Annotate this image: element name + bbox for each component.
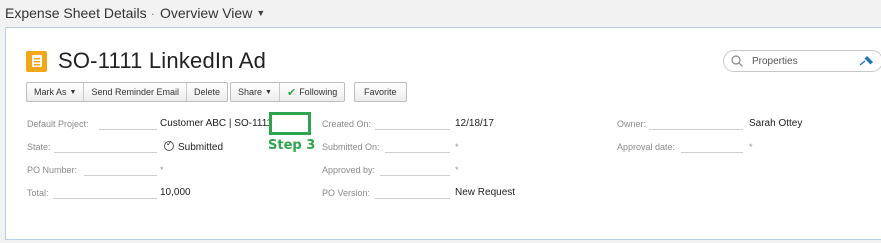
submitted-on-value: * xyxy=(455,142,459,152)
total-value: 10,000 xyxy=(160,187,191,198)
po-version-label: PO Version: xyxy=(322,188,371,198)
expense-sheet-icon xyxy=(26,50,47,72)
field-divider xyxy=(53,198,157,199)
submitted-on-label: Submitted On: xyxy=(322,142,380,152)
mark-as-label: Mark As xyxy=(34,87,67,97)
share-button[interactable]: Share ▼ xyxy=(231,83,280,101)
checkmark-icon: ✔ xyxy=(286,86,297,99)
field-divider xyxy=(380,175,450,176)
mark-as-button[interactable]: Mark As ▼ xyxy=(27,83,85,101)
breadcrumb-root[interactable]: Expense Sheet Details xyxy=(5,5,147,21)
default-project-value[interactable]: Customer ABC | SO-1111 xyxy=(160,118,272,129)
step-highlight-box xyxy=(269,112,311,135)
created-on-label: Created On: xyxy=(322,119,372,129)
created-on-value: 12/18/17 xyxy=(455,118,494,129)
search-icon xyxy=(731,55,743,67)
pin-icon[interactable] xyxy=(858,55,874,67)
po-number-label: PO Number: xyxy=(27,165,78,175)
approval-date-label: Approval date: xyxy=(617,142,676,152)
field-divider xyxy=(681,152,743,153)
breadcrumb-separator: · xyxy=(150,5,155,21)
field-divider xyxy=(375,198,450,199)
owner-label: Owner: xyxy=(617,119,647,129)
share-label: Share xyxy=(238,87,263,97)
step-label: Step 3 xyxy=(268,138,316,153)
page-title: SO-1111 LinkedIn Ad xyxy=(58,48,267,73)
approved-by-label: Approved by: xyxy=(322,165,376,175)
properties-search[interactable]: Properties xyxy=(723,50,881,72)
breadcrumb: Expense Sheet Details · Overview View ▼ xyxy=(0,0,881,26)
default-project-label: Default Project: xyxy=(27,119,89,129)
field-divider xyxy=(54,152,157,153)
record-card: SO-1111 LinkedIn Ad Properties Mark As ▼… xyxy=(5,27,881,240)
chevron-down-icon[interactable]: ▼ xyxy=(256,8,265,18)
field-divider xyxy=(375,129,450,130)
field-divider xyxy=(649,129,743,130)
primary-actions-group: Mark As ▼ Send Reminder Email Delete xyxy=(26,82,229,102)
chevron-down-icon: ▼ xyxy=(69,88,77,96)
approval-date-value: * xyxy=(749,142,753,152)
state-label: State: xyxy=(27,142,51,152)
po-number-value[interactable]: * xyxy=(160,165,164,175)
field-divider xyxy=(385,152,450,153)
record-header: SO-1111 LinkedIn Ad xyxy=(26,48,266,74)
state-value: ✓ Submitted xyxy=(164,139,224,153)
view-selector[interactable]: Overview View xyxy=(160,5,252,21)
approved-by-value: * xyxy=(455,165,459,175)
search-input[interactable]: Properties xyxy=(752,56,858,67)
delete-button[interactable]: Delete xyxy=(187,83,227,101)
check-circle-icon: ✓ xyxy=(164,139,174,151)
total-label: Total: xyxy=(27,188,49,198)
field-divider xyxy=(84,175,157,176)
following-label: Following xyxy=(299,87,338,97)
state-text: Submitted xyxy=(178,142,224,153)
chevron-down-icon: ▼ xyxy=(265,88,272,96)
send-reminder-email-button[interactable]: Send Reminder Email xyxy=(84,83,187,101)
po-version-value: New Request xyxy=(455,187,516,198)
field-divider xyxy=(99,129,157,130)
social-actions-group: Share ▼ ✔ Following xyxy=(230,82,346,102)
favorite-button[interactable]: Favorite xyxy=(354,82,407,102)
owner-value[interactable]: Sarah Ottey xyxy=(749,118,802,129)
following-button[interactable]: ✔ Following xyxy=(280,83,344,101)
